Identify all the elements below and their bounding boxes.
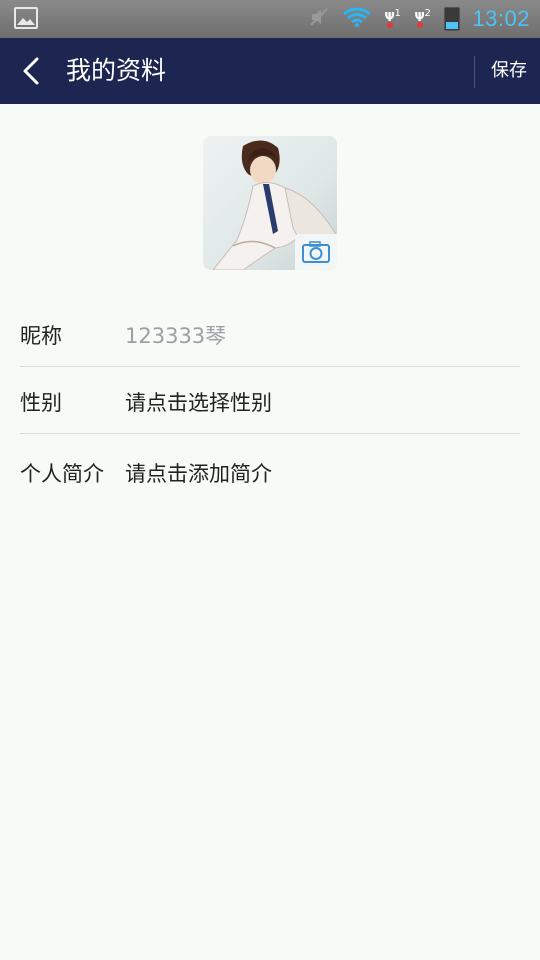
sim1-signal-icon: Ψ 1	[384, 8, 402, 30]
avatar[interactable]	[203, 136, 337, 270]
battery-icon	[444, 7, 461, 31]
sim2-signal-icon: Ψ 2	[414, 8, 432, 30]
gallery-icon	[14, 7, 38, 29]
bio-row[interactable]: 个人简介 请点击添加简介	[20, 434, 520, 510]
gender-row[interactable]: 性别 请点击选择性别	[20, 367, 520, 433]
nickname-input[interactable]: 123333琴	[125, 320, 226, 350]
header-divider	[474, 56, 475, 88]
gender-select[interactable]: 请点击选择性别	[125, 387, 272, 417]
status-bar: Ψ 1 Ψ 2 13:02	[0, 0, 540, 38]
camera-button[interactable]	[295, 234, 337, 270]
wifi-icon	[342, 6, 372, 32]
camera-icon	[302, 241, 330, 263]
page-title: 我的资料	[66, 56, 167, 85]
mute-icon	[308, 6, 330, 32]
back-button[interactable]	[14, 51, 54, 91]
chevron-left-icon	[23, 57, 39, 85]
sim2-label: 2	[424, 8, 431, 19]
app-header: 我的资料 保存	[0, 38, 540, 104]
bio-label: 个人简介	[20, 462, 104, 486]
status-time: 13:02	[472, 6, 530, 31]
bio-input[interactable]: 请点击添加简介	[125, 458, 272, 488]
gender-label: 性别	[20, 391, 62, 415]
save-button[interactable]: 保存	[484, 38, 534, 104]
sim1-label: 1	[394, 8, 401, 19]
nickname-label: 昵称	[20, 324, 62, 348]
nickname-row[interactable]: 昵称 123333琴	[20, 300, 520, 366]
